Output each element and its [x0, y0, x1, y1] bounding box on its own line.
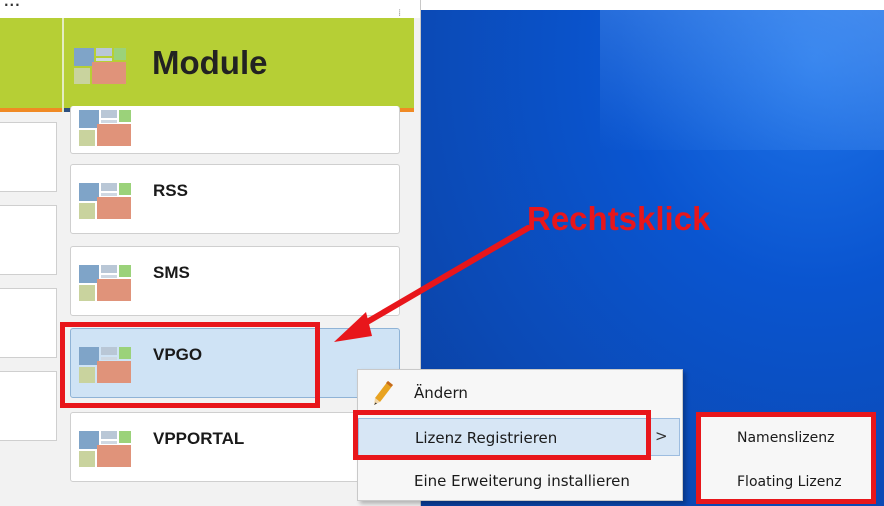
annotation-arrow-icon	[334, 225, 531, 342]
left-tile[interactable]	[0, 122, 57, 192]
module-header-title: Module	[152, 44, 268, 81]
desktop-glow	[600, 10, 884, 150]
annotation-box-lizenz	[353, 410, 651, 460]
scrollbar-tick[interactable]: ⁞	[398, 8, 408, 19]
title-text: ...	[4, 0, 21, 9]
annotation-label: Rechtsklick	[527, 200, 711, 237]
left-tile[interactable]	[0, 205, 57, 275]
module-icon	[79, 183, 131, 219]
menu-item-aendern[interactable]: Ändern	[358, 374, 680, 412]
menu-item-erweiterung-installieren[interactable]: Eine Erweiterung installieren	[358, 462, 680, 500]
module-icon	[79, 265, 131, 301]
title-bar: ...	[0, 0, 420, 18]
submenu-chevron-icon: >	[655, 427, 668, 445]
menu-item-label: Eine Erweiterung installieren	[414, 472, 630, 490]
module-tile[interactable]	[70, 106, 400, 154]
module-tile-vpportal[interactable]: VPPORTAL	[70, 412, 400, 482]
module-icon	[79, 110, 131, 146]
annotation-box-submenu	[696, 412, 876, 504]
module-header-icon	[74, 48, 126, 84]
header-left-panel	[0, 18, 62, 111]
module-icon	[79, 431, 131, 467]
module-label: RSS	[153, 181, 188, 200]
left-tile[interactable]	[0, 288, 57, 358]
module-label: SMS	[153, 263, 190, 282]
menu-item-label: Ändern	[414, 384, 468, 402]
header-left-accent	[0, 108, 62, 112]
left-tile[interactable]	[0, 371, 57, 441]
pencil-icon	[374, 381, 393, 405]
module-label: VPPORTAL	[153, 429, 245, 448]
annotation-box-vpgo	[60, 322, 320, 408]
